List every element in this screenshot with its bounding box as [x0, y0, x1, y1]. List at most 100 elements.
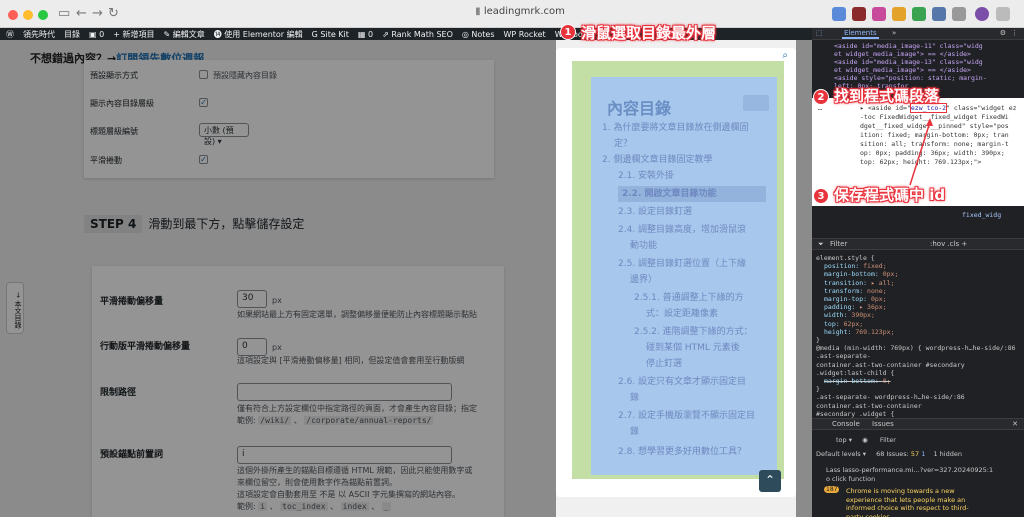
settings-icon[interactable]: ⚙ [1000, 29, 1006, 37]
style-property: transition: [824, 278, 871, 287]
selected-node-line: sition: all; transform: none; margin-t [860, 140, 1009, 148]
style-value: 0px; [882, 270, 899, 279]
toc-item[interactable]: 2. 側邊欄文章目錄固定教學 [602, 152, 712, 168]
toc-item[interactable]: 2.6. 設定只有文章才顯示固定目 [618, 374, 746, 390]
toc-item[interactable]: 錄 [630, 424, 639, 440]
reload-icon[interactable]: ↻ [108, 6, 119, 21]
zoom-window-button[interactable] [38, 10, 48, 20]
admin-bar-item-elementor[interactable]: ⓮ 使用 Elementor 編輯 [214, 29, 303, 40]
style-property: width: [824, 311, 852, 320]
toc-item[interactable]: 碰到某個 HTML 元素後 [646, 340, 740, 356]
toc-item[interactable]: 定？ [614, 136, 632, 152]
toc-item[interactable]: 動功能 [630, 238, 657, 254]
style-value: 62px; [843, 319, 864, 328]
styles-tools[interactable]: :hov .cls + [930, 240, 967, 248]
levels-select[interactable]: Default levels ▾ [816, 450, 866, 458]
extension-icon[interactable] [852, 7, 866, 21]
comment-icon[interactable]: ▣ 0 [89, 30, 104, 39]
style-property: top: [824, 319, 844, 328]
issues-tab[interactable]: Issues [872, 420, 894, 428]
extension-icon[interactable] [832, 7, 846, 21]
toc-widget-panel: ⌕ 內容目錄 1. 為什麼要將文章目錄放在側邊欄固 定？ 2. 側邊欄文章目錄固定教… [556, 48, 796, 497]
style-value: ▸ 36px; [859, 303, 887, 312]
toc-item[interactable]: 停止釘選 [646, 356, 682, 372]
console-levels: Default levels ▾ 68 Issues: 57 1 1 hidde… [816, 450, 962, 459]
browser-toolbar: ▭ ← → ↻ ▮ leadingmrk.com [0, 0, 1024, 28]
console-context[interactable]: top ▾ [836, 436, 852, 444]
toc-item[interactable]: 2.5. 調整目錄釘選位置（上下緣 [618, 256, 746, 272]
console-warning-badge: 187 [824, 486, 840, 493]
admin-bar-item-rankmath[interactable]: ⇗ Rank Math SEO [382, 30, 453, 39]
menu-icon[interactable] [996, 7, 1010, 21]
console-filter-input[interactable]: Filter [880, 436, 896, 444]
eye-icon[interactable]: ◉ [862, 436, 868, 444]
extension-icon[interactable] [892, 7, 906, 21]
toc-item[interactable]: 邊界） [630, 272, 657, 288]
admin-bar-item-notes[interactable]: ◎ Notes [462, 30, 495, 39]
more-icon[interactable]: ⋮ [1011, 29, 1018, 37]
tab-elements[interactable]: Elements [842, 29, 879, 39]
toc-item[interactable]: 式：設定距離像素 [646, 306, 718, 322]
toc-item[interactable]: 2.7. 設定手機版瀏覽不顯示固定目 [618, 408, 755, 424]
sidebar-icon[interactable]: ▭ [58, 6, 70, 21]
toc-item[interactable]: 1. 為什麼要將文章目錄放在側邊欄固 [602, 120, 748, 136]
extension-icon[interactable] [932, 7, 946, 21]
issues-count[interactable]: 68 Issues: [876, 450, 909, 458]
selected-node-line: dget__fixed_widget__pinned" style="pos [860, 122, 1009, 130]
extension-icon[interactable] [872, 7, 886, 21]
page-dim-overlay [796, 40, 812, 517]
toc-item[interactable]: 2.1. 安裝外掛 [618, 168, 674, 184]
page-dim-overlay [0, 40, 556, 517]
admin-bar-item-sitekit[interactable]: G Site Kit [312, 30, 349, 39]
admin-bar-item-edit[interactable]: ✎ 編輯文章 [163, 29, 204, 40]
annotation-1: 滑鼠選取目錄最外層 [581, 24, 717, 42]
admin-bar-item-toc[interactable]: 目錄 [64, 29, 80, 40]
annotation-badge-3: 3 [813, 188, 829, 204]
console-message: party cookies. [846, 512, 892, 517]
toc-item[interactable]: 2.5.1. 普通調整上下緣的方 [634, 290, 744, 306]
console-toolbar: top ▾ ◉ Filter [816, 436, 896, 445]
style-line[interactable]: margin-bottom: 0; [824, 377, 891, 386]
extension-icon[interactable] [912, 7, 926, 21]
inspect-icon[interactable]: ⬚ [816, 29, 823, 37]
style-value: 769.123px; [855, 327, 895, 336]
issues-warn-count: 57 [910, 450, 920, 458]
style-property: position: [824, 262, 864, 271]
toc-item[interactable]: 2.2. 開啟文章目錄功能 [618, 186, 766, 202]
selected-node-line: ition: fixed; margin-bottom: 0px; tran [860, 131, 1009, 139]
toc-item[interactable]: 2.8. 想學習更多好用數位工具？ [618, 444, 746, 460]
admin-bar-item-count[interactable]: ▦ 0 [358, 30, 373, 39]
close-icon[interactable]: ✕ [1012, 420, 1018, 428]
minimize-window-button[interactable] [23, 10, 33, 20]
styles-filter-input[interactable]: Filter [830, 240, 847, 248]
forward-icon[interactable]: → [92, 6, 103, 21]
annotation-badge-2: 2 [813, 89, 829, 105]
node-ellipsis-icon[interactable]: … [818, 104, 822, 113]
toc-item[interactable]: 2.5.2. 進階調整下緣的方式： [634, 324, 753, 340]
style-property: margin-top: [824, 295, 871, 303]
style-property: height: [824, 327, 856, 336]
scroll-to-top-button[interactable]: ⌃ [759, 470, 781, 492]
toc-item[interactable]: 2.4. 調整目錄高度，增加滑鼠滾 [618, 222, 746, 238]
issues-info-count: 1 [921, 450, 926, 458]
style-property: padding: [824, 303, 860, 312]
admin-bar-item-wprocket[interactable]: WP Rocket [504, 30, 546, 39]
toc-item[interactable]: 2.3. 設定目錄釘選 [618, 204, 692, 220]
toc-toggle-button[interactable] [743, 95, 769, 111]
admin-bar-item-new[interactable]: + 新增項目 [113, 29, 154, 40]
back-icon[interactable]: ← [76, 6, 87, 21]
extension-icon[interactable] [952, 7, 966, 21]
search-icon[interactable]: ⌕ [782, 50, 788, 61]
style-value: 390px; [851, 311, 875, 320]
console-message: o click function [826, 474, 876, 483]
close-window-button[interactable] [8, 10, 18, 20]
console-tab[interactable]: Console [832, 420, 860, 428]
admin-bar-item-site[interactable]: 領先時代 [23, 29, 55, 40]
address-bar[interactable]: ▮ leadingmrk.com [440, 6, 600, 22]
wordpress-logo-icon[interactable]: Ⓦ [6, 29, 14, 40]
more-tabs-icon[interactable]: » [892, 29, 896, 37]
style-line[interactable]: height: 769.123px; [824, 328, 894, 337]
style-value: ▸ all; [870, 278, 895, 287]
toc-item[interactable]: 錄 [630, 390, 639, 406]
profile-avatar[interactable] [975, 7, 989, 21]
